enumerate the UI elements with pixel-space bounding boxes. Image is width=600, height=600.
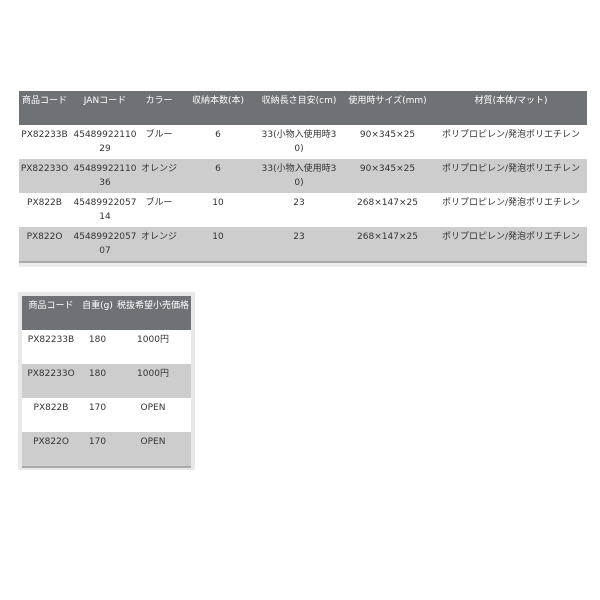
- cell-weight: 180: [80, 330, 115, 364]
- header-price: 税抜希望小売価格: [115, 296, 191, 330]
- cell-color: ブルー: [140, 125, 178, 159]
- header-length: 収納長さ目安(cm): [258, 91, 340, 125]
- table-row: PX822O 4548992205707 オレンジ 10 23 268×147×25 ポリプ…: [19, 227, 587, 262]
- header-capacity: 収納本数(本): [178, 91, 258, 125]
- cell-length: 33(小物入使用時30): [258, 125, 340, 159]
- price-table-header: 商品コード 自重(g) 税抜希望小売価格: [22, 296, 191, 330]
- cell-product-code: PX822B: [19, 193, 70, 227]
- header-product-code: 商品コード: [22, 296, 80, 330]
- header-product-code: 商品コード: [19, 91, 70, 125]
- cell-material: ポリプロピレン/発泡ポリエチレン: [435, 193, 587, 227]
- cell-size: 268×147×25: [340, 227, 435, 262]
- cell-length: 23: [258, 193, 340, 227]
- table-row: PX822B 170 OPEN: [22, 398, 191, 432]
- cell-price: 1000円: [115, 330, 191, 364]
- spec-table-header: 商品コード JANコード カラー 収納本数(本) 収納長さ目安(cm) 使用時サ…: [19, 91, 587, 125]
- cell-price: OPEN: [115, 398, 191, 432]
- cell-size: 90×345×25: [340, 159, 435, 193]
- cell-color: ブルー: [140, 193, 178, 227]
- table-row: PX82233B 180 1000円: [22, 330, 191, 364]
- cell-weight: 170: [80, 432, 115, 467]
- cell-jan-code: 4548992205707: [70, 227, 140, 262]
- header-size: 使用時サイズ(mm): [340, 91, 435, 125]
- cell-capacity: 10: [178, 193, 258, 227]
- cell-product-code: PX82233B: [22, 330, 80, 364]
- cell-capacity: 6: [178, 159, 258, 193]
- cell-color: オレンジ: [140, 159, 178, 193]
- cell-material: ポリプロピレン/発泡ポリエチレン: [435, 227, 587, 262]
- cell-jan-code: 4548992205714: [70, 193, 140, 227]
- cell-product-code: PX822O: [19, 227, 70, 262]
- price-table: 商品コード 自重(g) 税抜希望小売価格 PX82233B 180 1000円 PX8…: [22, 296, 191, 468]
- cell-weight: 180: [80, 364, 115, 398]
- cell-product-code: PX82233B: [19, 125, 70, 159]
- table-row: PX822O 170 OPEN: [22, 432, 191, 467]
- cell-price: OPEN: [115, 432, 191, 467]
- cell-capacity: 6: [178, 125, 258, 159]
- header-weight: 自重(g): [80, 296, 115, 330]
- cell-material: ポリプロピレン/発泡ポリエチレン: [435, 125, 587, 159]
- cell-product-code: PX82233O: [22, 364, 80, 398]
- cell-capacity: 10: [178, 227, 258, 262]
- cell-color: オレンジ: [140, 227, 178, 262]
- header-material: 材質(本体/マット): [435, 91, 587, 125]
- cell-price: 1000円: [115, 364, 191, 398]
- header-color: カラー: [140, 91, 178, 125]
- cell-size: 268×147×25: [340, 193, 435, 227]
- cell-material: ポリプロピレン/発泡ポリエチレン: [435, 159, 587, 193]
- cell-weight: 170: [80, 398, 115, 432]
- cell-product-code: PX822O: [22, 432, 80, 467]
- table-row: PX822B 4548992205714 ブルー 10 23 268×147×25 ポリプロ…: [19, 193, 587, 227]
- cell-length: 23: [258, 227, 340, 262]
- cell-length: 33(小物入使用時30): [258, 159, 340, 193]
- table-row: PX82233O 180 1000円: [22, 364, 191, 398]
- table-row: PX82233O 4548992211036 オレンジ 6 33(小物入使用時30) 90…: [19, 159, 587, 193]
- cell-jan-code: 4548992211029: [70, 125, 140, 159]
- spec-table: 商品コード JANコード カラー 収納本数(本) 収納長さ目安(cm) 使用時サ…: [19, 91, 587, 263]
- table-row: PX82233B 4548992211029 ブルー 6 33(小物入使用時30) 90×…: [19, 125, 587, 159]
- header-jan-code: JANコード: [70, 91, 140, 125]
- cell-product-code: PX822B: [22, 398, 80, 432]
- cell-size: 90×345×25: [340, 125, 435, 159]
- cell-product-code: PX82233O: [19, 159, 70, 193]
- cell-jan-code: 4548992211036: [70, 159, 140, 193]
